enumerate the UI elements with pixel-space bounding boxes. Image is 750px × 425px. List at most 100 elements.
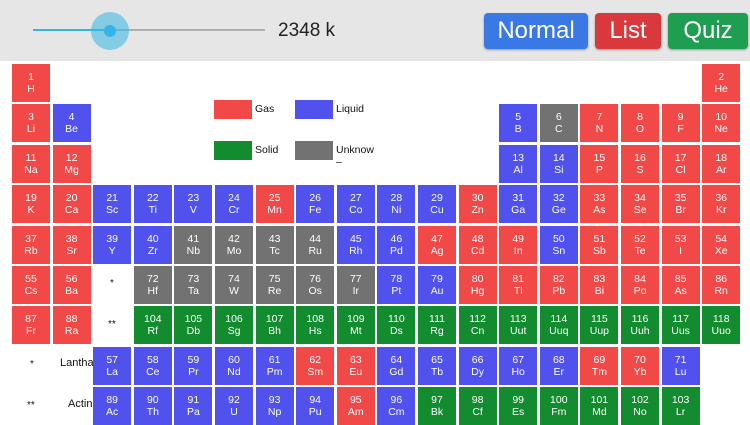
element-cell-uuh[interactable]: 116 Uuh (621, 306, 659, 345)
element-cell-sn[interactable]: 50 Sn (539, 225, 578, 264)
element-cell-nd[interactable]: 60 Nd (215, 346, 253, 385)
element-cell-ir[interactable]: 77 Ir (336, 266, 375, 304)
element-cell-o[interactable]: 8O (621, 104, 659, 143)
element-cell-ar[interactable]: 18 Ar (702, 144, 741, 183)
element-cell-tb[interactable]: 65 Tb (418, 346, 456, 385)
element-cell-tl[interactable]: 81 Tl (499, 266, 538, 304)
element-cell-pa[interactable]: 91 Pa (174, 387, 213, 425)
element-cell-lr[interactable]: 103 Lr (661, 387, 700, 425)
element-cell-cd[interactable]: 48 Cd (458, 225, 497, 264)
element-cell-si[interactable]: 14 Si (539, 144, 578, 183)
element-cell-pb[interactable]: 82 Pb (539, 266, 578, 304)
element-cell-fm[interactable]: 100 Fm (539, 387, 578, 425)
element-cell-po[interactable]: 84 Po (621, 266, 659, 304)
element-cell-li[interactable]: 3 Li (12, 104, 50, 143)
element-cell-mg[interactable]: 12 Mg (52, 144, 91, 183)
element-cell-th[interactable]: 90 Th (133, 387, 172, 425)
element-cell-pu[interactable]: 94 Pu (296, 387, 335, 425)
element-cell-cf[interactable]: 98 Cf (458, 387, 497, 425)
element-cell-sm[interactable]: 62 Sm (296, 346, 335, 385)
element-cell-sb[interactable]: 51 Sb (580, 225, 619, 264)
element-cell-ga[interactable]: 31 Ga (499, 185, 538, 224)
element-cell-te[interactable]: 52 Te (621, 225, 659, 264)
element-cell-cn[interactable]: 112 Cn (458, 306, 497, 345)
element-cell-b[interactable]: 5B (499, 104, 538, 143)
element-cell-kr[interactable]: 36 Kr (702, 185, 741, 224)
element-cell-i[interactable]: 53 I (661, 225, 700, 264)
element-cell-eu[interactable]: 63 Eu (336, 346, 375, 385)
element-cell-s[interactable]: 16 S (621, 144, 659, 183)
element-cell-rh[interactable]: 45 Rh (336, 225, 375, 264)
element-cell-br[interactable]: 35 Br (661, 185, 700, 224)
element-cell-pt[interactable]: 78 Pt (377, 266, 416, 304)
element-cell-dy[interactable]: 66 Dy (458, 346, 497, 385)
element-cell-ni[interactable]: 28 Ni (377, 185, 416, 224)
element-cell-rb[interactable]: 37 Rb (12, 225, 50, 264)
element-cell-pr[interactable]: 59 Pr (174, 346, 213, 385)
element-cell-mn[interactable]: 25 Mn (255, 185, 294, 224)
element-cell-rg[interactable]: 111 Rg (418, 306, 456, 345)
element-cell-cs[interactable]: 55 Cs (12, 266, 50, 304)
element-cell-bk[interactable]: 97 Bk (418, 387, 456, 425)
element-cell-re[interactable]: 75 Re (255, 266, 294, 304)
element-cell-hg[interactable]: 80 Hg (458, 266, 497, 304)
element-cell-bh[interactable]: 107 Bh (255, 306, 294, 345)
element-cell-ag[interactable]: 47 Ag (418, 225, 456, 264)
element-cell-tc[interactable]: 43 Tc (255, 225, 294, 264)
element-cell-zr[interactable]: 40 Zr (133, 225, 172, 264)
element-cell-am[interactable]: 95 Am (336, 387, 375, 425)
element-cell-h[interactable]: 1H (12, 64, 50, 102)
element-cell-os[interactable]: 76 Os (296, 266, 335, 304)
element-cell-pm[interactable]: 61 Pm (255, 346, 294, 385)
element-cell-ac[interactable]: 89 Ac (93, 387, 132, 425)
element-cell-p[interactable]: 15 P (580, 144, 619, 183)
element-cell-ra[interactable]: 88 Ra (52, 306, 91, 345)
element-cell-ho[interactable]: 67 Ho (499, 346, 538, 385)
element-cell-sc[interactable]: 21 Sc (93, 185, 132, 224)
element-cell-ge[interactable]: 32 Ge (539, 185, 578, 224)
element-cell-np[interactable]: 93 Np (255, 387, 294, 425)
element-cell-mo[interactable]: 42 Mo (215, 225, 253, 264)
element-cell-in[interactable]: 49 In (499, 225, 538, 264)
element-cell-es[interactable]: 99 Es (499, 387, 538, 425)
element-cell-n[interactable]: 7N (580, 104, 619, 143)
element-cell-v[interactable]: 23 V (174, 185, 213, 224)
element-cell-cu[interactable]: 29 Cu (418, 185, 456, 224)
element-cell-rf[interactable]: 104 Rf (133, 306, 172, 345)
element-cell-er[interactable]: 68 Er (539, 346, 578, 385)
element-cell-ba[interactable]: 56 Ba (52, 266, 91, 304)
element-cell-no[interactable]: 102 No (621, 387, 659, 425)
element-cell-nb[interactable]: 41 Nb (174, 225, 213, 264)
element-cell-la[interactable]: 57 La (93, 346, 132, 385)
element-cell-md[interactable]: 101 Md (580, 387, 619, 425)
element-cell-uup[interactable]: 115 Uup (580, 306, 619, 345)
element-cell-mt[interactable]: 109 Mt (336, 306, 375, 345)
element-cell-f[interactable]: 9F (661, 104, 700, 143)
element-cell-as[interactable]: 85 As (661, 266, 700, 304)
element-cell-c[interactable]: 6C (539, 104, 578, 143)
element-cell-ds[interactable]: 110 Ds (377, 306, 416, 345)
element-cell-uus[interactable]: 117 Uus (661, 306, 700, 345)
element-cell-xe[interactable]: 54 Xe (702, 225, 741, 264)
element-cell-cl[interactable]: 17 Cl (661, 144, 700, 183)
element-cell-bi[interactable]: 83 Bi (580, 266, 619, 304)
element-cell-se[interactable]: 34 Se (621, 185, 659, 224)
element-cell-as[interactable]: 33 As (580, 185, 619, 224)
element-cell-co[interactable]: 27 Co (336, 185, 375, 224)
element-cell-ru[interactable]: 44 Ru (296, 225, 335, 264)
element-cell-lu[interactable]: 71 Lu (661, 346, 700, 385)
element-cell-pd[interactable]: 46 Pd (377, 225, 416, 264)
element-cell-au[interactable]: 79 Au (418, 266, 456, 304)
element-cell-k[interactable]: 19 K (12, 185, 50, 224)
element-cell-uuq[interactable]: 114 Uuq (539, 306, 578, 345)
element-cell-w[interactable]: 74 W (215, 266, 253, 304)
element-cell-uut[interactable]: 113 Uut (499, 306, 538, 345)
element-cell-rn[interactable]: 86 Rn (702, 266, 741, 304)
element-cell-tm[interactable]: 69 Tm (580, 346, 619, 385)
element-cell-zn[interactable]: 30 Zn (458, 185, 497, 224)
element-cell-be[interactable]: 4 Be (52, 104, 91, 143)
element-cell-u[interactable]: 92 U (215, 387, 253, 425)
element-cell-db[interactable]: 105 Db (174, 306, 213, 345)
element-cell-sg[interactable]: 106 Sg (215, 306, 253, 345)
element-cell-hf[interactable]: 72 Hf (133, 266, 172, 304)
